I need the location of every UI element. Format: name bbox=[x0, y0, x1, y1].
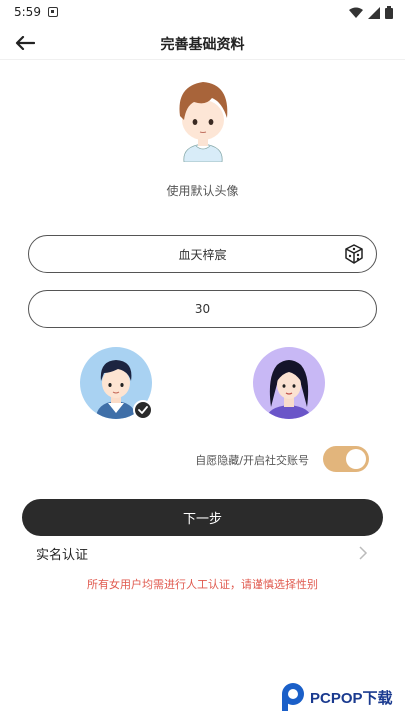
female-avatar-illustration bbox=[267, 360, 311, 419]
privacy-toggle[interactable] bbox=[323, 446, 369, 472]
wifi-icon bbox=[349, 7, 363, 18]
status-time: 5:59 bbox=[14, 5, 41, 19]
random-nickname-button[interactable] bbox=[344, 244, 364, 264]
real-name-label: 实名认证 bbox=[36, 548, 89, 563]
boy-avatar-illustration bbox=[179, 82, 228, 163]
toggle-knob bbox=[346, 449, 366, 469]
next-button[interactable]: 下一步 bbox=[22, 499, 383, 536]
signal-icon bbox=[368, 6, 380, 19]
notification-icon bbox=[48, 7, 58, 17]
watermark-text: PCPOP下载 bbox=[310, 689, 393, 707]
status-bar: 5:59 bbox=[0, 0, 405, 26]
watermark: PCPOP下载 bbox=[280, 682, 393, 712]
status-icons bbox=[349, 6, 393, 19]
header: 完善基础资料 bbox=[0, 26, 405, 60]
nickname-value: 血天梓宸 bbox=[178, 247, 227, 262]
default-avatar-label[interactable]: 使用默认头像 bbox=[0, 182, 405, 199]
chevron-right-icon bbox=[359, 546, 368, 560]
selected-check-icon bbox=[133, 400, 153, 420]
battery-icon bbox=[385, 6, 393, 19]
pcpop-logo-icon bbox=[282, 683, 304, 711]
female-verification-notice: 所有女用户均需进行人工认证，请谨慎选择性别 bbox=[87, 578, 318, 591]
next-button-label: 下一步 bbox=[182, 512, 222, 527]
privacy-toggle-label: 自愿隐藏/开启社交账号 bbox=[195, 454, 309, 467]
nickname-field[interactable]: 血天梓宸 bbox=[28, 235, 377, 273]
default-avatar[interactable] bbox=[172, 76, 234, 163]
age-field[interactable]: 30 bbox=[28, 290, 377, 328]
dice-icon bbox=[345, 244, 363, 264]
gender-female-option[interactable] bbox=[253, 347, 325, 419]
page-title: 完善基础资料 bbox=[160, 37, 245, 53]
real-name-verification-row[interactable]: 实名认证 bbox=[36, 542, 368, 564]
age-value: 30 bbox=[194, 302, 211, 316]
